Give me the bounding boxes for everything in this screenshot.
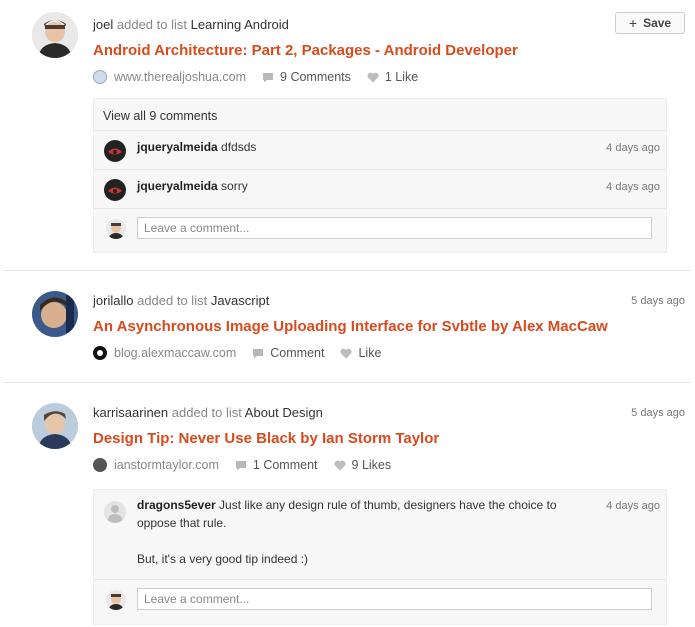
story-title[interactable]: An Asynchronous Image Uploading Interfac… [93, 318, 608, 335]
source-link[interactable]: ianstormtaylor.com [93, 458, 219, 472]
avatar[interactable] [32, 291, 78, 337]
heart-icon [340, 348, 353, 358]
source-link[interactable]: www.therealjoshua.com [93, 70, 246, 84]
comment-icon [263, 72, 274, 82]
comment-text: dragons5ever Just like any design rule o… [137, 496, 557, 568]
activity-line: jorilallo added to list Javascript [93, 293, 269, 308]
comment-icon [253, 348, 264, 358]
avatar[interactable] [32, 403, 78, 449]
action-text: added to list [137, 293, 208, 308]
source-domain: ianstormtaylor.com [114, 458, 219, 472]
action-text: added to list [171, 405, 242, 420]
comment-author[interactable]: dragons5ever [137, 498, 216, 512]
plus-icon: + [628, 15, 638, 31]
username[interactable]: karrisaarinen [93, 405, 168, 420]
comment-time: 4 days ago [606, 142, 660, 154]
comment-author[interactable]: jqueryalmeida [137, 140, 218, 154]
timestamp: 5 days ago [631, 295, 685, 307]
action-text: added to list [116, 17, 187, 32]
comments-count: 9 Comments [280, 70, 351, 84]
comments-panel: View all 9 comments jqueryalmeida dfdsds… [93, 98, 667, 253]
avatar [106, 219, 126, 239]
avatar[interactable] [104, 179, 126, 201]
comment-input[interactable] [137, 217, 652, 239]
like-button[interactable]: 1 Like [367, 70, 418, 84]
heart-icon [367, 72, 379, 82]
likes-count: Like [358, 346, 382, 360]
comments-panel: dragons5ever Just like any design rule o… [93, 489, 667, 625]
like-button[interactable]: 9 Likes [333, 458, 392, 472]
comment-input[interactable] [137, 588, 652, 610]
avatar[interactable] [104, 140, 126, 162]
comments-link[interactable]: 9 Comments [262, 70, 351, 84]
comment: jqueryalmeida dfdsds 4 days ago [94, 131, 666, 170]
feed-item: karrisaarinen added to list About Design… [4, 383, 691, 627]
comments-count: Comment [270, 346, 325, 360]
activity-line: joel added to list Learning Android [93, 17, 289, 32]
view-all-comments-link[interactable]: View all 9 comments [94, 99, 666, 131]
likes-count: 1 Like [384, 70, 419, 84]
avatar [106, 590, 126, 610]
comment-time: 4 days ago [606, 500, 660, 512]
avatar[interactable] [32, 12, 78, 58]
comment-body: sorry [221, 179, 248, 193]
story-links: www.therealjoshua.com 9 Comments 1 Like [93, 70, 418, 84]
avatar[interactable] [104, 501, 126, 523]
feed-item: jorilallo added to list Javascript 5 day… [4, 271, 691, 383]
comment-author[interactable]: jqueryalmeida [137, 179, 218, 193]
story-links: ianstormtaylor.com 1 Comment 9 Likes [93, 458, 391, 472]
likes-count: 9 Likes [351, 458, 392, 472]
comment-body-line: oppose that rule. [137, 516, 227, 530]
feed-item: joel added to list Learning Android + Sa… [4, 0, 691, 271]
heart-icon [333, 460, 346, 470]
comment-time: 4 days ago [606, 181, 660, 193]
comment-icon [235, 460, 246, 470]
source-link[interactable]: blog.alexmaccaw.com [93, 346, 236, 360]
comment-text: jqueryalmeida dfdsds [137, 138, 256, 156]
story-title[interactable]: Design Tip: Never Use Black by Ian Storm… [93, 430, 439, 447]
story-links: blog.alexmaccaw.com Comment Like [93, 346, 381, 360]
source-domain: www.therealjoshua.com [114, 70, 247, 84]
globe-icon [93, 70, 107, 84]
comments-link[interactable]: 1 Comment [235, 458, 318, 472]
comment: jqueryalmeida sorry 4 days ago [94, 170, 666, 209]
comment: dragons5ever Just like any design rule o… [94, 490, 666, 580]
list-name[interactable]: About Design [245, 405, 323, 420]
like-button[interactable]: Like [340, 346, 381, 360]
comments-count: 1 Comment [252, 458, 318, 472]
comment-text: jqueryalmeida sorry [137, 177, 248, 195]
comment-body: dfdsds [221, 140, 257, 154]
site-favicon-icon [93, 458, 107, 472]
save-button[interactable]: + Save [615, 12, 685, 34]
save-label: Save [643, 16, 672, 30]
timestamp: 5 days ago [631, 407, 685, 419]
comment-composer [94, 580, 666, 620]
comments-link[interactable]: Comment [252, 346, 324, 360]
site-favicon-icon [93, 346, 107, 360]
comment-composer [94, 209, 666, 249]
story-title[interactable]: Android Architecture: Part 2, Packages -… [93, 42, 518, 59]
activity-line: karrisaarinen added to list About Design [93, 405, 323, 420]
list-name[interactable]: Javascript [211, 293, 270, 308]
username[interactable]: joel [93, 17, 113, 32]
comment-body: Just like any design rule of thumb, desi… [219, 498, 557, 512]
username[interactable]: jorilallo [93, 293, 133, 308]
source-domain: blog.alexmaccaw.com [114, 346, 237, 360]
comment-body-line: But, it's a very good tip indeed :) [137, 552, 309, 566]
list-name[interactable]: Learning Android [191, 17, 289, 32]
